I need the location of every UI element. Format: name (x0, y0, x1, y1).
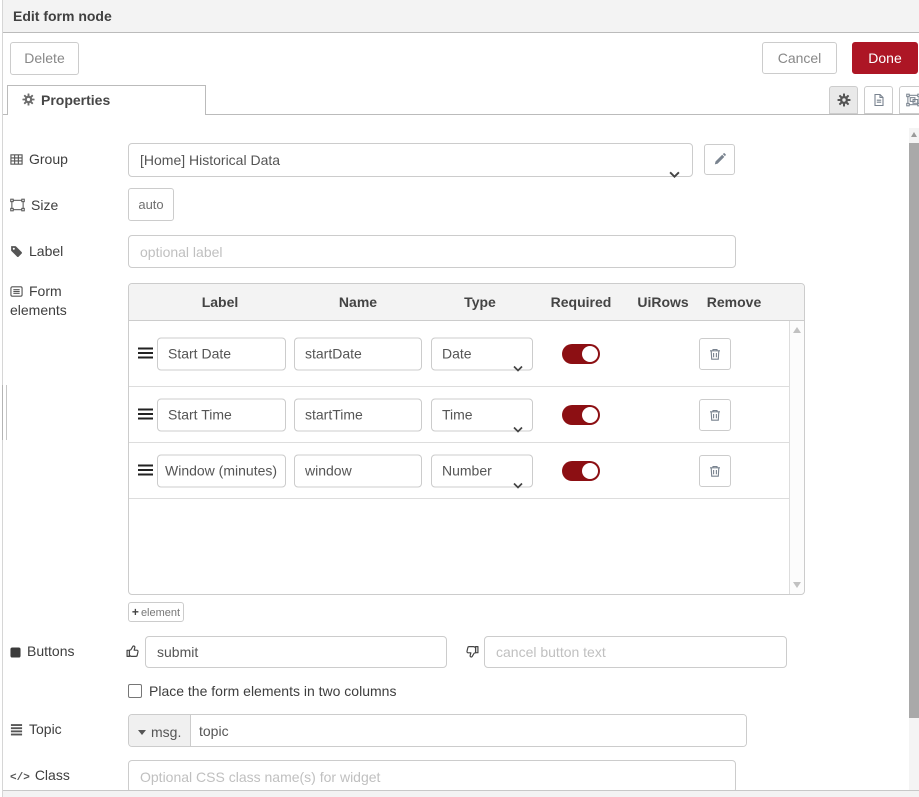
group-select-value: [Home] Historical Data (140, 152, 280, 168)
element-type-select[interactable]: Number (431, 454, 533, 487)
edit-form-node-dialog: Edit form node Delete Cancel Done Proper… (0, 0, 919, 797)
tray-resize-handle[interactable] (2, 385, 3, 440)
dialog-scrollbar[interactable] (909, 128, 919, 790)
column-header-uirows: UiRows (637, 284, 688, 321)
tab-properties-label: Properties (41, 92, 110, 108)
square-icon (10, 645, 21, 662)
form-elements-header: Label Name Type Required UiRows Remove (129, 284, 804, 321)
cancel-button[interactable]: Cancel (762, 42, 837, 74)
caret-down-icon (138, 715, 146, 746)
description-tab-button[interactable] (864, 86, 893, 114)
form-elements-table: Label Name Type Required UiRows Remove D… (128, 283, 805, 595)
delete-button[interactable]: Delete (10, 42, 79, 75)
topic-field-label: Topic (10, 721, 110, 740)
tray-footer (3, 790, 919, 797)
trash-icon (708, 340, 722, 372)
buttons-field-label: Buttons (10, 643, 110, 662)
file-icon (872, 88, 886, 116)
class-input[interactable] (128, 760, 736, 793)
element-name-input[interactable] (294, 454, 422, 487)
pencil-icon (713, 146, 726, 177)
tab-bar: Properties (3, 84, 919, 115)
column-header-label: Label (202, 284, 239, 321)
add-element-button[interactable]: +element (128, 602, 184, 622)
table-row: Date (129, 321, 789, 387)
remove-element-button[interactable] (699, 399, 731, 431)
remove-element-button[interactable] (699, 338, 731, 370)
hamburger-icon[interactable] (138, 461, 153, 481)
element-name-input[interactable] (294, 398, 422, 431)
thumbs-up-icon (126, 643, 141, 661)
group-select[interactable]: [Home] Historical Data (128, 143, 693, 177)
two-columns-checkbox[interactable] (128, 684, 142, 698)
column-header-type: Type (464, 284, 496, 321)
element-name-input[interactable] (294, 337, 422, 370)
trash-icon (708, 457, 722, 489)
tasks-icon (10, 723, 23, 740)
chevron-down-icon (513, 412, 523, 443)
hamburger-icon[interactable] (138, 344, 153, 364)
gear-icon (22, 87, 35, 115)
table-row: Number (129, 443, 789, 499)
object-group-icon (906, 88, 919, 116)
required-toggle[interactable] (562, 344, 600, 364)
cancel-button-text-input[interactable] (484, 636, 787, 668)
appearance-tab-button[interactable] (899, 86, 919, 114)
element-label-input[interactable] (157, 337, 286, 370)
properties-tab-button[interactable] (829, 86, 858, 114)
trash-icon (708, 401, 722, 433)
hamburger-icon[interactable] (138, 405, 153, 425)
scrollbar-thumb[interactable] (909, 143, 919, 718)
element-type-select[interactable]: Time (431, 398, 533, 431)
dialog-title: Edit form node (3, 0, 919, 33)
tab-properties[interactable]: Properties (7, 85, 206, 115)
topic-typed-input: msg. (128, 714, 747, 747)
label-input[interactable] (128, 235, 736, 268)
tag-icon (10, 245, 23, 262)
code-icon: </> (10, 772, 30, 784)
topic-input[interactable] (191, 715, 746, 746)
gear-icon (837, 88, 851, 116)
table-row: Time (129, 387, 789, 443)
thumbs-down-icon (464, 645, 479, 663)
element-label-input[interactable] (157, 398, 286, 431)
list-alt-icon (10, 285, 23, 302)
class-field-label: </>Class (10, 767, 110, 787)
element-type-select[interactable]: Date (431, 337, 533, 370)
object-group-icon (10, 198, 25, 216)
remove-element-button[interactable] (699, 455, 731, 487)
column-header-remove: Remove (707, 284, 761, 321)
column-header-name: Name (339, 284, 377, 321)
edit-group-button[interactable] (704, 144, 735, 175)
column-header-required: Required (551, 284, 612, 321)
required-toggle[interactable] (562, 405, 600, 425)
two-columns-label: Place the form elements in two columns (149, 683, 396, 699)
size-auto-button[interactable]: auto (128, 188, 174, 221)
scroll-up-icon[interactable] (793, 327, 801, 333)
msg-type-button[interactable]: msg. (129, 715, 191, 746)
group-field-label: Group (10, 151, 110, 170)
plus-icon: + (132, 605, 139, 619)
label-field-label: Label (10, 243, 110, 262)
done-button[interactable]: Done (852, 42, 918, 74)
submit-button-text-input[interactable] (145, 636, 447, 668)
size-field-label: Size (10, 197, 110, 216)
tray-resize-handle-line[interactable] (6, 385, 7, 440)
element-label-input[interactable] (157, 454, 286, 487)
scroll-up-icon[interactable] (911, 132, 917, 137)
form-elements-label: Form elements (10, 283, 105, 319)
required-toggle[interactable] (562, 461, 600, 481)
chevron-down-icon (513, 351, 523, 382)
scroll-down-icon[interactable] (793, 582, 801, 588)
table-icon (10, 153, 23, 170)
chevron-down-icon (669, 157, 680, 189)
table-scrollbar[interactable] (789, 321, 804, 594)
chevron-down-icon (513, 468, 523, 499)
